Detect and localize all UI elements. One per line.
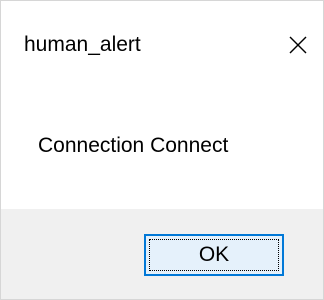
close-icon xyxy=(289,36,307,54)
ok-button[interactable]: OK xyxy=(144,234,284,276)
title-bar: human_alert xyxy=(1,1,323,89)
ok-button-label: OK xyxy=(198,243,230,266)
dialog-content: Connection Connect xyxy=(1,89,323,209)
dialog-title: human_alert xyxy=(24,33,141,56)
dialog-footer: OK xyxy=(1,209,323,299)
close-button[interactable] xyxy=(275,25,321,65)
alert-dialog: human_alert Connection Connect OK xyxy=(0,0,324,300)
alert-message: Connection Connect xyxy=(38,134,229,157)
